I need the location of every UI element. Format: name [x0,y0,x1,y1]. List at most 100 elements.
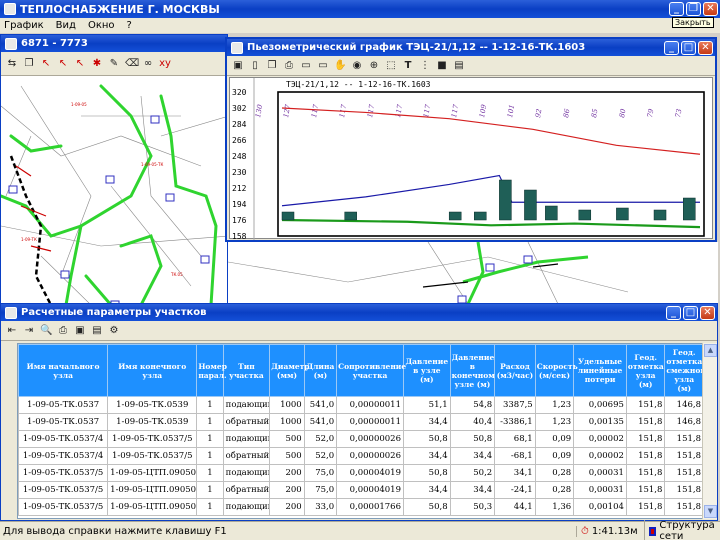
table-cell: 50,3 [449,498,496,516]
hand-icon[interactable]: ✋ [333,59,347,72]
select-rect-icon[interactable]: ⬚ [384,59,398,72]
timer-icon: ⏱ [581,525,589,537]
erase-icon[interactable]: ⌫ [124,57,139,70]
menu-item-view[interactable]: Вид [56,20,76,31]
menu-item-graph[interactable]: График [4,20,44,31]
column-header[interactable]: Геод. отметка узла (м) [625,344,666,397]
arrow-right-icon[interactable]: ⇥ [22,324,36,337]
table-cell: 1,23 [534,413,575,431]
piezo-maximize-button[interactable]: □ [681,41,696,55]
pointer-star-icon[interactable]: ✱ [90,57,104,70]
table-row[interactable]: 1-09-05-ТК.0537/51-09-05-ЦТП.09050481под… [18,498,702,516]
building-block [524,189,537,221]
table-cell: 0,28 [534,481,575,499]
piezo-chart-svg: 320 302 284 266 248 230 212 194 176 158 ТЭЦ-21/1,1… [232,78,705,240]
close-tooltip: Закрыть [672,17,714,28]
column-header[interactable]: Имя начального узла [18,344,109,397]
table-row[interactable]: 1-09-05-ТК.0537/51-09-05-ЦТП.09050471под… [18,464,702,482]
column-header[interactable]: Сопротивление участка [336,344,406,397]
export-icon[interactable]: ▤ [452,59,466,72]
pointer-node-icon[interactable]: ↖ [73,57,87,70]
piezo-chart[interactable]: 320 302 284 266 248 230 212 194 176 158 ТЭЦ-21/1,1… [229,77,713,240]
y-tick-label: 284 [232,120,247,129]
params-maximize-button[interactable]: □ [683,306,698,320]
params-minimize-button[interactable]: _ [666,306,681,320]
column-header[interactable]: Номер парал. [196,344,227,397]
table-row[interactable]: 1-09-05-ТК.0537/51-09-05-ЦТП.09050471обр… [18,481,702,499]
pointer-select-icon[interactable]: ↖ [56,57,70,70]
copy-icon[interactable]: ❐ [265,59,279,72]
column-header[interactable]: Расход (м3/час) [494,344,536,397]
zoom-icon[interactable]: ⊕ [367,59,381,72]
column-header[interactable]: Геод. отметка смежного узла (м) [664,344,702,397]
table-row[interactable]: 1-09-05-ТК.0537/4 1-09-05-ТК.0537/5 1 обрат… [18,447,702,465]
document-icon[interactable]: ▯ [248,59,262,72]
table-cell: 1,36 [534,498,575,516]
table-cell: 200 [269,464,305,482]
column-header[interactable]: Удельные линейные потери [573,344,627,397]
column-header[interactable]: Скорость (м/сек) [534,344,578,397]
chart-annotation: 85 [590,108,600,119]
building-block [499,179,512,221]
chart-annotation: 117 [450,103,460,118]
table-cell: 50,8 [449,430,496,448]
column-header[interactable]: Тип участка [222,344,271,397]
column-header[interactable]: Имя конечного узла [107,344,198,397]
frame-icon[interactable]: ▭ [299,59,313,72]
zoom-target-icon[interactable]: ◉ [350,59,364,72]
chart-annotation: 109 [478,103,488,118]
frame-small-icon[interactable]: ▭ [316,59,330,72]
column-header[interactable]: Давление в узле (м) [403,344,451,397]
pencil-icon[interactable]: ✎ [107,57,121,70]
piezo-toolbar: ▣ ▯ ❐ ⎙ ▭ ▭ ✋ ◉ ⊕ ⬚ T ⋮ ■ ▤ [227,56,715,76]
network-map[interactable]: 1-09-05 1-09-05-ТК 1-09-ТК ТК.05 [1,76,227,303]
table-cell: 151,8 [664,481,702,499]
menu-item-window[interactable]: Окно [88,20,115,31]
table-cell: 1-09-05-ЦТП.0905047 [107,481,198,499]
settings-icon[interactable]: ⚙ [107,324,121,337]
grid-icon[interactable]: ⋮ [418,59,432,72]
table-row[interactable]: 1-09-05-ТК.0537/4 1-09-05-ТК.0537/5 1 подаю… [18,430,702,448]
text-icon[interactable]: T [401,59,415,72]
column-header[interactable]: Длина (м) [303,344,338,397]
table-cell: 75,0 [303,464,338,482]
y-tick-label: 320 [232,88,247,97]
table-row[interactable]: 1-09-05-ТК.0537 1-09-05-ТК.0539 1 обратный 1… [18,413,702,431]
minimize-button[interactable]: _ [669,2,684,16]
save-icon[interactable]: ▣ [231,59,245,72]
pointer-icon[interactable]: ↖ [39,57,53,70]
table-cell: 0,00000011 [336,396,404,414]
fill-icon[interactable]: ■ [435,59,449,72]
restore-button[interactable]: ❐ [686,2,701,16]
column-header[interactable]: Давление в конечном узле (м) [449,344,496,397]
table-cell: 34,4 [403,413,451,431]
save-icon[interactable]: ▣ [73,324,87,337]
menu-item-help[interactable]: ? [127,20,132,31]
status-structure[interactable]: Структура сети [644,520,720,540]
print-icon[interactable]: ⎙ [56,324,70,337]
column-header[interactable]: Диаметр (мм) [269,344,310,397]
arrow-left-icon[interactable]: ⇤ [5,324,19,337]
piezo-window-icon [231,41,243,54]
binoculars-icon[interactable]: ∞ [141,57,155,70]
arrows-icon[interactable]: ⇆ [5,57,19,70]
chart-annotation: 86 [562,108,572,119]
export-icon[interactable]: ▤ [90,324,104,337]
params-vscroll[interactable]: ▲ ▼ [702,343,717,519]
table-cell: 151,8 [625,481,666,499]
scroll-up-button[interactable]: ▲ [704,344,717,357]
copy-icon[interactable]: ❐ [22,57,36,70]
print-icon[interactable]: ⎙ [282,59,296,72]
table-cell: 0,28 [534,464,575,482]
piezo-window-controls: _ □ ✕ [664,41,713,55]
table-cell: 0,09 [534,447,575,465]
params-close-button[interactable]: ✕ [700,306,715,320]
piezo-close-button[interactable]: ✕ [698,41,713,55]
table-row[interactable]: 1-09-05-ТК.0537 1-09-05-ТК.0539 1 подающий 1… [18,396,702,414]
piezo-title: Пьезометрический график ТЭЦ-21/1,12 -- 1… [247,42,586,53]
piezo-minimize-button[interactable]: _ [664,41,679,55]
preview-icon[interactable]: 🔍 [39,324,53,337]
close-button[interactable]: ✕ [703,2,718,16]
xy-icon[interactable]: xy [158,57,172,70]
scroll-down-button[interactable]: ▼ [704,505,717,518]
